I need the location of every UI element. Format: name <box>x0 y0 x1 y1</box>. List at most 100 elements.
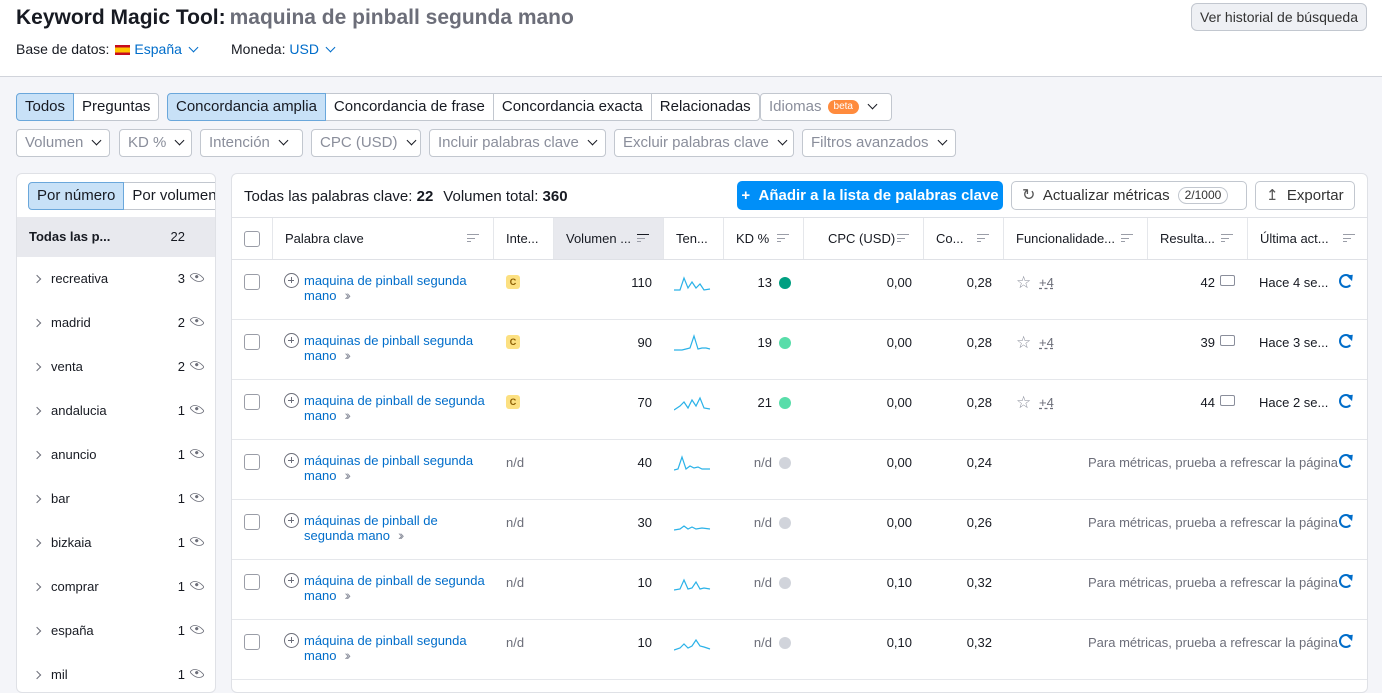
currency-selector[interactable]: Moneda: USD <box>231 41 336 57</box>
refresh-icon[interactable] <box>1339 514 1353 528</box>
refresh-icon[interactable] <box>1339 274 1353 288</box>
serp-snapshot-icon[interactable] <box>1220 275 1235 286</box>
table-row[interactable]: maquina de pinball segunda mano ›› C 110 13 0,… <box>232 260 1367 320</box>
eye-icon[interactable] <box>189 445 205 462</box>
add-to-keyword-list-button[interactable]: + Añadir a la lista de palabras clave <box>737 181 1003 210</box>
tab-broad-match[interactable]: Concordancia amplia <box>167 93 326 121</box>
add-keyword-icon[interactable] <box>284 573 299 588</box>
row-checkbox[interactable] <box>244 394 260 410</box>
include-keywords-filter[interactable]: Incluir palabras clave <box>429 129 606 157</box>
double-chevron-icon[interactable]: ›› <box>345 288 352 303</box>
row-checkbox[interactable] <box>244 454 260 470</box>
double-chevron-icon[interactable]: ›› <box>345 408 352 423</box>
row-checkbox[interactable] <box>244 634 260 650</box>
eye-icon[interactable] <box>189 665 205 682</box>
keyword-link[interactable]: maquina de pinball de segunda mano ›› <box>284 393 494 423</box>
tab-by-number[interactable]: Por número <box>28 182 125 210</box>
add-keyword-icon[interactable] <box>284 333 299 348</box>
serp-snapshot-icon[interactable] <box>1220 335 1235 346</box>
kd-filter[interactable]: KD % <box>119 129 192 157</box>
column-kd[interactable]: KD % <box>723 218 803 259</box>
update-metrics-button[interactable]: ↻ Actualizar métricas 2/1000 <box>1011 181 1247 210</box>
refresh-icon[interactable] <box>1339 394 1353 408</box>
row-checkbox[interactable] <box>244 574 260 590</box>
all-groups-item[interactable]: Todas las p... 22 <box>17 217 215 257</box>
keyword-link[interactable]: máquinas de pinball segunda mano ›› <box>284 453 494 483</box>
group-item[interactable]: madrid 2 <box>17 301 215 345</box>
double-chevron-icon[interactable]: ›› <box>398 528 405 543</box>
tab-related[interactable]: Relacionadas <box>650 93 760 121</box>
select-all-checkbox[interactable] <box>244 231 260 247</box>
volume-filter[interactable]: Volumen <box>16 129 110 157</box>
database-selector[interactable]: Base de datos: España <box>16 41 199 57</box>
add-keyword-icon[interactable] <box>284 273 299 288</box>
keyword-link[interactable]: máquina de pinball de segunda mano ›› <box>284 573 494 603</box>
eye-icon[interactable] <box>189 357 205 374</box>
column-volume[interactable]: Volumen ... <box>553 218 663 259</box>
keyword-link[interactable]: maquina de pinball segunda mano ›› <box>284 273 494 303</box>
column-keyword[interactable]: Palabra clave <box>272 218 493 259</box>
refresh-icon[interactable] <box>1339 454 1353 468</box>
row-checkbox[interactable] <box>244 514 260 530</box>
group-item[interactable]: comprar 1 <box>17 565 215 609</box>
table-row[interactable]: maquinas de pinball segunda mano ›› C 90 19 0,… <box>232 320 1367 380</box>
tab-questions[interactable]: Preguntas <box>73 93 160 121</box>
export-button[interactable]: ↥ Exportar <box>1255 181 1355 210</box>
refresh-icon[interactable] <box>1339 634 1353 648</box>
column-serp-features[interactable]: Funcionalidade... <box>1003 218 1147 259</box>
group-item[interactable]: recreativa 3 <box>17 257 215 301</box>
row-checkbox[interactable] <box>244 274 260 290</box>
table-row[interactable]: máquinas de pinball segunda mano ›› n/d 40 n/… <box>232 440 1367 500</box>
double-chevron-icon[interactable]: ›› <box>345 648 352 663</box>
intent-filter[interactable]: Intención <box>200 129 303 157</box>
double-chevron-icon[interactable]: ›› <box>345 588 352 603</box>
row-checkbox[interactable] <box>244 334 260 350</box>
tab-phrase-match[interactable]: Concordancia de frase <box>324 93 494 121</box>
languages-dropdown[interactable]: Idiomas beta <box>760 93 892 121</box>
tab-exact-match[interactable]: Concordancia exacta <box>492 93 652 121</box>
group-item[interactable]: mil 1 <box>17 653 215 692</box>
table-row[interactable]: máquina de pinball de segunda mano ›› n/d 10… <box>232 560 1367 620</box>
group-item[interactable]: españa 1 <box>17 609 215 653</box>
group-item[interactable]: bizkaia 1 <box>17 521 215 565</box>
tab-all[interactable]: Todos <box>16 93 75 121</box>
group-item[interactable]: andalucia 1 <box>17 389 215 433</box>
group-item[interactable]: bar 1 <box>17 477 215 521</box>
table-row[interactable]: máquina de pinball segunda mano ›› n/d 10 n/d… <box>232 620 1367 680</box>
group-item[interactable]: venta 2 <box>17 345 215 389</box>
refresh-icon[interactable] <box>1339 334 1353 348</box>
add-keyword-icon[interactable] <box>284 453 299 468</box>
column-cpc[interactable]: CPC (USD) <box>803 218 923 259</box>
table-row[interactable]: maquina de pinball de segunda mano ›› C 70 21… <box>232 380 1367 440</box>
eye-icon[interactable] <box>189 533 205 550</box>
double-chevron-icon[interactable]: ›› <box>345 468 352 483</box>
more-features-link[interactable]: +4 <box>1039 395 1054 410</box>
group-item[interactable]: anuncio 1 <box>17 433 215 477</box>
column-last-update[interactable]: Última act... <box>1247 218 1367 259</box>
more-features-link[interactable]: +4 <box>1039 275 1054 290</box>
serp-snapshot-icon[interactable] <box>1220 395 1235 406</box>
exclude-keywords-filter[interactable]: Excluir palabras clave <box>614 129 794 157</box>
add-keyword-icon[interactable] <box>284 513 299 528</box>
table-row[interactable]: máquinas de pinball de segunda mano ›› n/d 3… <box>232 500 1367 560</box>
cpc-filter[interactable]: CPC (USD) <box>311 129 421 157</box>
eye-icon[interactable] <box>189 401 205 418</box>
column-competition[interactable]: Co... <box>923 218 1003 259</box>
double-chevron-icon[interactable]: ›› <box>345 348 352 363</box>
eye-icon[interactable] <box>189 621 205 638</box>
eye-icon[interactable] <box>189 577 205 594</box>
search-history-button[interactable]: Ver historial de búsqueda <box>1191 3 1367 31</box>
column-intent[interactable]: Inte... <box>493 218 553 259</box>
column-results[interactable]: Resulta... <box>1147 218 1247 259</box>
tab-by-volume[interactable]: Por volumen <box>123 182 215 210</box>
keyword-link[interactable]: máquina de pinball segunda mano ›› <box>284 633 494 663</box>
keyword-link[interactable]: máquinas de pinball de segunda mano ›› <box>284 513 494 543</box>
advanced-filters[interactable]: Filtros avanzados <box>802 129 956 157</box>
eye-icon[interactable] <box>189 313 205 330</box>
refresh-icon[interactable] <box>1339 574 1353 588</box>
eye-icon[interactable] <box>189 269 205 286</box>
more-features-link[interactable]: +4 <box>1039 335 1054 350</box>
add-keyword-icon[interactable] <box>284 633 299 648</box>
keyword-link[interactable]: maquinas de pinball segunda mano ›› <box>284 333 494 363</box>
eye-icon[interactable] <box>189 489 205 506</box>
